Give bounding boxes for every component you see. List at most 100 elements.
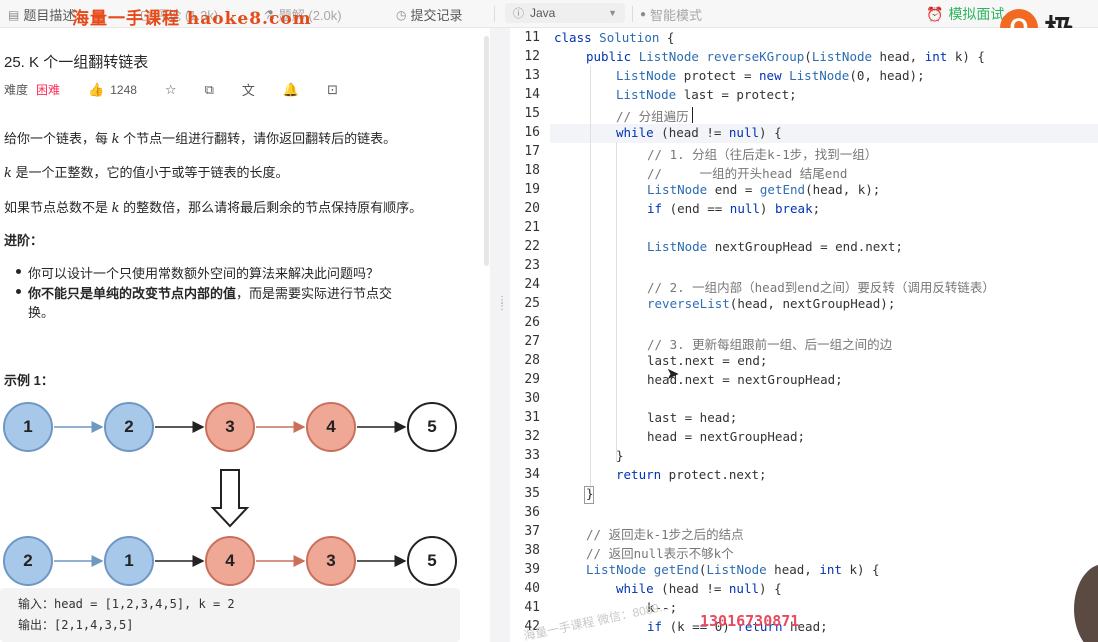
thumbs-up-icon[interactable]: 👍 xyxy=(88,82,104,98)
bullet-dot xyxy=(16,269,21,274)
code-token: reverseList xyxy=(647,296,730,311)
code-token: ) { xyxy=(759,581,782,596)
star-icon[interactable]: ☆ xyxy=(165,82,177,98)
code-line-18: // 一组的开头head 结尾end xyxy=(647,166,848,181)
code-token: ) xyxy=(759,201,775,216)
bullet-item-2: 你不能只是单纯的改变节点内部的值，而是需要实际进行节点交 xyxy=(16,283,392,302)
problem-title: 25. K 个一组翻转链表 xyxy=(4,54,149,71)
tab-description[interactable]: ▤ 题目描述 xyxy=(8,5,75,24)
list-node: 3 xyxy=(205,402,255,452)
list-node: 3 xyxy=(306,536,356,586)
code-token: protect = xyxy=(676,68,760,83)
example-input: 输入：head = [1,2,3,4,5], k = 2 xyxy=(18,597,235,611)
problem-scrollbar[interactable] xyxy=(484,36,489,266)
code-token: reverseKGroup xyxy=(706,49,805,64)
line-number: 16 xyxy=(524,125,540,140)
code-line-32: head = nextGroupHead; xyxy=(647,429,806,444)
code-token: ListNode xyxy=(638,49,699,64)
smart-mode-toggle[interactable]: ● 智能模式 xyxy=(640,5,702,24)
line-number: 33 xyxy=(524,448,540,463)
watermark-text: 海量一手课程 haoke8.com xyxy=(72,9,312,29)
likes-count: 1248 xyxy=(110,82,137,97)
code-token: protect.next; xyxy=(661,467,767,482)
code-token: break xyxy=(774,201,813,216)
line-number: 26 xyxy=(524,315,540,330)
translate-icon[interactable]: 文 xyxy=(242,80,255,99)
code-token: ListNode xyxy=(616,87,677,102)
code-line-16: while (head != null) { xyxy=(616,125,782,140)
line-number: 21 xyxy=(524,220,540,235)
list-node: 5 xyxy=(407,402,457,452)
code-line-25: reverseList(head, nextGroupHead); xyxy=(647,296,895,311)
code-token: while xyxy=(616,125,654,140)
mouse-pointer-icon: ➤ xyxy=(666,366,680,383)
code-token: end = xyxy=(707,182,760,197)
code-token: null xyxy=(728,125,760,140)
code-token: ) { xyxy=(759,125,782,140)
line-number: 34 xyxy=(524,467,540,482)
code-token: null xyxy=(729,201,760,216)
bell-icon[interactable]: 🔔 xyxy=(283,82,299,98)
document-icon: ▤ xyxy=(8,7,20,22)
share-icon[interactable]: ⧉ xyxy=(205,82,214,98)
code-line-15: // 分组遍历 xyxy=(616,109,689,124)
example-heading: 示例 1： xyxy=(4,373,54,388)
mock-interview-button[interactable]: ⏰ 模拟面试 xyxy=(926,4,1004,24)
desc-text: 给你一个链表，每 xyxy=(4,131,112,146)
toolbar-divider xyxy=(632,6,633,22)
line-number: 12 xyxy=(524,49,540,64)
description-line-3: 如果节点总数不是 k 的整数倍，那么请将最后剩余的节点保持原有顺序。 xyxy=(4,197,422,216)
example-output: 输出：[2,1,4,3,5] xyxy=(18,618,134,632)
bullet-item-1: 你可以设计一个只使用常数额外空间的算法来解决此问题吗？ xyxy=(16,263,379,282)
list-node: 1 xyxy=(3,402,53,452)
code-token: k) { xyxy=(947,49,985,64)
code-token: ListNode xyxy=(811,49,873,64)
code-token: k) { xyxy=(841,562,880,577)
line-number: 36 xyxy=(524,505,540,520)
code-token: ; xyxy=(812,201,821,216)
desc-var-k: k xyxy=(111,132,120,147)
code-line-17: // 1. 分组（往后走k-1步，找到一组） xyxy=(647,147,878,162)
code-line-13: ListNode protect = new ListNode(0, head)… xyxy=(616,68,925,83)
history-icon: ◷ xyxy=(396,7,407,22)
code-token: (head != xyxy=(653,581,729,596)
code-token: (head, nextGroupHead); xyxy=(729,296,896,311)
feedback-icon[interactable]: ⊡ xyxy=(327,82,338,98)
language-select[interactable]: ⓘ Java ▼ xyxy=(505,3,625,23)
code-token: class xyxy=(554,30,592,45)
line-number: 41 xyxy=(524,600,540,615)
code-token: ListNode xyxy=(616,68,677,83)
difficulty-label: 难度 xyxy=(4,83,29,97)
panel-splitter[interactable]: ⋮ ⋮ xyxy=(490,28,510,642)
code-token: getEnd xyxy=(653,562,699,577)
smart-mode-label: 智能模式 xyxy=(650,8,703,23)
line-number: 11 xyxy=(524,30,540,45)
code-editor[interactable]: 11 12 13 14 15 16 17 18 19 20 21 22 23 2… xyxy=(510,28,1098,642)
code-token: (end == xyxy=(662,201,730,216)
desc-text: 的整数倍，那么请将最后剩余的节点保持原有顺序。 xyxy=(119,200,423,215)
line-number: 28 xyxy=(524,353,540,368)
code-token: nextGroupHead = end.next; xyxy=(707,239,903,254)
code-token: ListNode xyxy=(789,68,850,83)
line-number: 29 xyxy=(524,372,540,387)
code-line-33: } xyxy=(616,448,624,463)
advanced-heading: 进阶： xyxy=(4,233,44,248)
line-number: 25 xyxy=(524,296,540,311)
line-number: 24 xyxy=(524,277,540,292)
code-token: (head != xyxy=(653,125,729,140)
code-token: ListNode xyxy=(586,562,647,577)
list-node: 2 xyxy=(104,402,154,452)
code-token: (0, head); xyxy=(849,68,925,83)
code-line-37: // 返回走k-1步之后的结点 xyxy=(586,527,744,542)
code-line-40: while (head != null) { xyxy=(616,581,782,596)
indent-guide xyxy=(590,66,591,498)
bullet-item-2-cont: 换。 xyxy=(28,305,55,320)
tab-submissions[interactable]: ◷ 提交记录 xyxy=(396,5,463,24)
code-token: head, xyxy=(766,562,820,577)
code-token: if xyxy=(647,201,663,216)
language-value: Java xyxy=(530,6,556,20)
toolbar-divider xyxy=(494,6,495,22)
list-node: 1 xyxy=(104,536,154,586)
linked-list-diagram: 1 2 3 4 5 2 1 4 3 5 xyxy=(0,400,480,586)
line-number: 35 xyxy=(524,486,540,501)
